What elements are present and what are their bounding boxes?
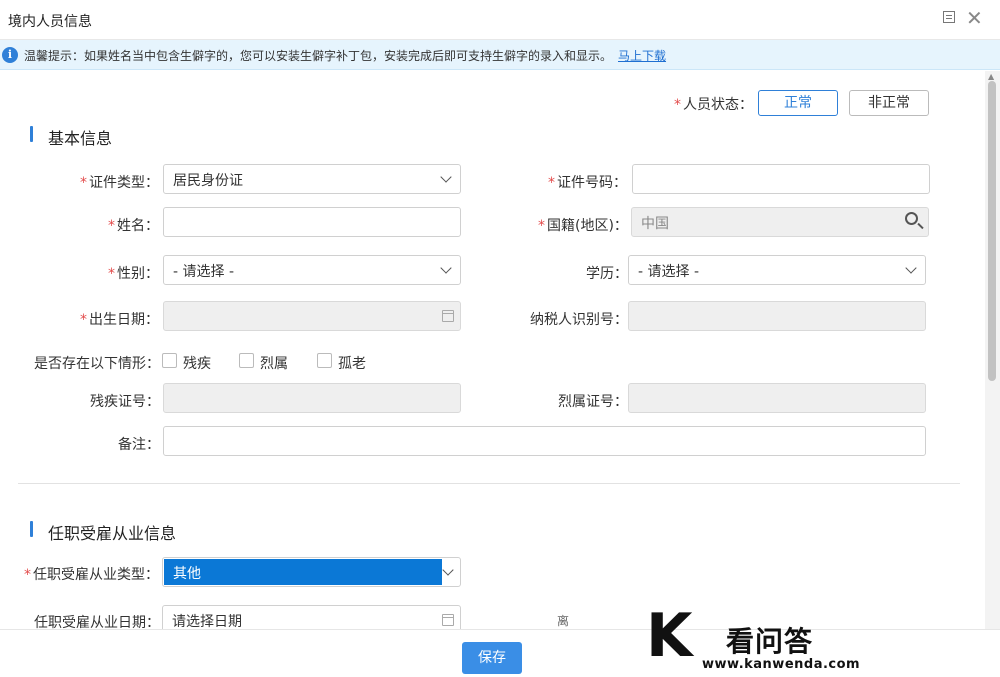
employment-type-value: 其他 bbox=[164, 559, 442, 585]
status-normal-button[interactable]: 正常 bbox=[758, 90, 838, 116]
section-marker bbox=[30, 521, 33, 537]
employment-type-select[interactable]: 其他 bbox=[162, 557, 461, 587]
remark-input[interactable] bbox=[163, 426, 926, 456]
form-content: * 人员状态： 正常 非正常 基本信息 * 证件类型： 居民身份证 * 证件号码： *… bbox=[0, 71, 984, 629]
education-select[interactable]: - 请选择 - bbox=[628, 255, 926, 285]
notice-bar: i 温馨提示：如果姓名当中包含生僻字的，您可以安装生僻字补丁包，安装完成后即可支… bbox=[0, 40, 1000, 70]
lonely-elderly-checkbox[interactable] bbox=[317, 353, 332, 368]
section-marker bbox=[30, 126, 33, 142]
window-titlebar: 境内人员信息 ✕ bbox=[0, 0, 1000, 40]
employment-date-label: 任职受雇从业日期： bbox=[34, 615, 160, 629]
window-title: 境内人员信息 bbox=[8, 14, 92, 30]
taxpayer-id-label: 纳税人识别号： bbox=[530, 312, 628, 328]
save-button[interactable]: 保存 bbox=[462, 642, 522, 674]
download-link[interactable]: 马上下载 bbox=[618, 49, 666, 63]
name-input[interactable] bbox=[163, 207, 461, 237]
birth-date-input[interactable] bbox=[163, 301, 461, 331]
id-number-input[interactable] bbox=[632, 164, 930, 194]
notice-text: 温馨提示：如果姓名当中包含生僻字的，您可以安装生僻字补丁包，安装完成后即可支持生… bbox=[24, 47, 666, 64]
watermark-text: 看问答 bbox=[726, 625, 814, 658]
gender-select[interactable]: - 请选择 - bbox=[163, 255, 461, 285]
chevron-down-icon bbox=[440, 262, 452, 274]
taxpayer-id-input[interactable] bbox=[628, 301, 926, 331]
situation-label: 是否存在以下情形： bbox=[34, 356, 160, 372]
disability-number-label: 残疾证号： bbox=[90, 394, 160, 410]
section-title-employment: 任职受雇从业信息 bbox=[48, 524, 177, 543]
chevron-down-icon bbox=[905, 262, 917, 274]
section-title-basic: 基本信息 bbox=[48, 129, 113, 148]
calendar-icon bbox=[442, 614, 454, 626]
martyr-family-checkbox[interactable] bbox=[239, 353, 254, 368]
disability-number-input[interactable] bbox=[163, 383, 461, 413]
watermark-k-icon: K bbox=[646, 601, 692, 671]
id-number-label: * 证件号码： bbox=[548, 175, 627, 191]
birth-date-label: * 出生日期： bbox=[80, 312, 159, 328]
watermark-url: www.kanwenda.com bbox=[702, 657, 861, 672]
name-label: * 姓名： bbox=[108, 218, 159, 234]
education-label: 学历： bbox=[586, 266, 628, 282]
info-icon: i bbox=[2, 47, 18, 63]
nationality-input[interactable]: 中国 bbox=[631, 207, 929, 237]
close-icon[interactable]: ✕ bbox=[966, 6, 983, 30]
lonely-elderly-option-label: 孤老 bbox=[338, 356, 366, 372]
status-label: * 人员状态： bbox=[674, 97, 753, 113]
disabled-option-label: 残疾 bbox=[183, 356, 211, 372]
id-type-select[interactable]: 居民身份证 bbox=[163, 164, 461, 194]
calendar-icon bbox=[442, 310, 454, 322]
window-menu-icon[interactable] bbox=[943, 11, 955, 23]
chevron-down-icon bbox=[442, 564, 454, 576]
gender-label: * 性别： bbox=[108, 266, 159, 282]
scroll-up-icon[interactable]: ▲ bbox=[988, 72, 994, 81]
search-icon[interactable] bbox=[900, 208, 928, 236]
martyr-family-option-label: 烈属 bbox=[260, 356, 288, 372]
vertical-scrollbar[interactable]: ▲ bbox=[985, 71, 1000, 629]
watermark-logo: K 看问答 www.kanwenda.com bbox=[640, 600, 870, 677]
remark-label: 备注： bbox=[118, 437, 160, 453]
chevron-down-icon bbox=[440, 171, 452, 183]
martyr-number-input[interactable] bbox=[628, 383, 926, 413]
nationality-label: * 国籍(地区)： bbox=[538, 218, 628, 234]
status-abnormal-button[interactable]: 非正常 bbox=[849, 90, 929, 116]
employment-date-input[interactable]: 请选择日期 bbox=[162, 605, 461, 629]
martyr-number-label: 烈属证号： bbox=[558, 394, 628, 410]
scrollbar-thumb[interactable] bbox=[988, 81, 996, 381]
employment-type-label: * 任职受雇从业类型： bbox=[24, 567, 159, 583]
section-divider bbox=[18, 483, 960, 484]
disabled-checkbox[interactable] bbox=[162, 353, 177, 368]
notice-message: 温馨提示：如果姓名当中包含生僻字的，您可以安装生僻字补丁包，安装完成后即可支持生… bbox=[24, 49, 613, 63]
id-type-label: * 证件类型： bbox=[80, 175, 159, 191]
departure-date-label-partial: 离 bbox=[557, 614, 570, 628]
